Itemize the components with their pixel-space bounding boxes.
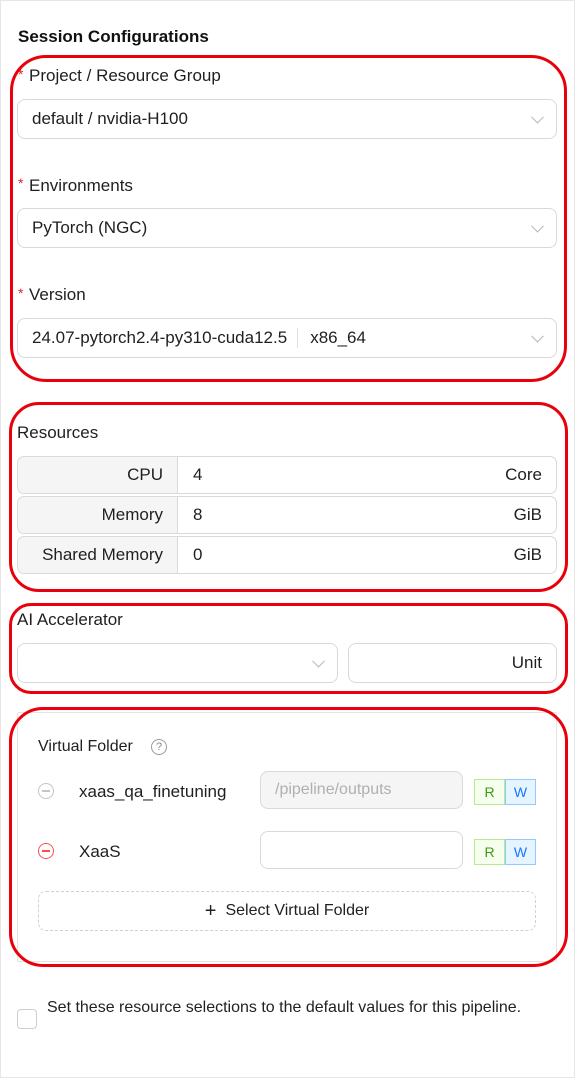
help-icon[interactable]: ? [151,739,167,755]
required-mark: * [18,285,24,301]
project-label: Project / Resource Group [29,66,221,85]
project-value: default / nvidia-H100 [32,109,188,128]
memory-addon: Memory [18,497,178,533]
cpu-unit: Core [505,465,542,484]
chevron-down-icon [531,219,544,233]
cpu-row: CPU 4 Core [17,456,557,494]
read-toggle[interactable]: R [474,779,505,805]
shared-memory-unit: GiB [513,545,542,564]
environments-label: Environments [29,176,133,195]
cpu-value: 4 [193,465,203,484]
section-title: Session Configurations [18,27,209,46]
remove-folder-icon[interactable] [38,783,54,799]
cpu-input[interactable]: 4 Core [178,457,556,493]
accelerator-label: AI Accelerator [17,610,123,629]
memory-row: Memory 8 GiB [17,496,557,534]
default-values-label: Set these resource selections to the def… [47,999,522,1016]
shared-memory-input[interactable]: 0 GiB [178,537,556,573]
required-mark: * [18,66,24,82]
cpu-addon: CPU [18,457,178,493]
project-select[interactable]: default / nvidia-H100 [17,99,557,139]
chevron-down-icon [312,654,325,668]
version-label: Version [29,285,86,304]
version-arch: x86_64 [310,328,366,347]
folder-path-input[interactable] [260,831,463,869]
version-divider [297,328,299,348]
accelerator-amount-input[interactable]: Unit [348,643,557,683]
virtual-folder-label: Virtual Folder [38,738,133,755]
shared-memory-row: Shared Memory 0 GiB [17,536,557,574]
memory-input[interactable]: 8 GiB [178,497,556,533]
chevron-down-icon [531,329,544,343]
accelerator-type-select[interactable] [17,643,338,683]
shared-memory-addon: Shared Memory [18,537,178,573]
default-values-checkbox[interactable] [17,1009,37,1029]
folder-name: xaas_qa_finetuning [79,782,227,801]
select-virtual-folder-button[interactable]: + Select Virtual Folder [38,891,536,931]
environment-value: PyTorch (NGC) [32,218,148,237]
plus-icon: + [204,900,217,922]
select-virtual-folder-label: Select Virtual Folder [225,902,370,919]
accelerator-unit: Unit [511,653,542,672]
folder-name: XaaS [79,842,121,861]
memory-value: 8 [193,505,203,524]
remove-folder-icon[interactable] [38,843,54,859]
resources-label: Resources [17,423,99,442]
write-toggle[interactable]: W [505,839,536,865]
read-toggle[interactable]: R [474,839,505,865]
version-select[interactable]: 24.07-pytorch2.4-py310-cuda12.5 x86_64 [17,318,557,358]
memory-unit: GiB [513,505,542,524]
write-toggle[interactable]: W [505,779,536,805]
environment-select[interactable]: PyTorch (NGC) [17,208,557,248]
version-value: 24.07-pytorch2.4-py310-cuda12.5 [32,328,288,347]
folder-path-placeholder: /pipeline/outputs [275,781,392,798]
shared-memory-value: 0 [193,545,203,564]
folder-path-input[interactable]: /pipeline/outputs [260,771,463,809]
chevron-down-icon [531,110,544,124]
required-mark: * [18,175,24,191]
